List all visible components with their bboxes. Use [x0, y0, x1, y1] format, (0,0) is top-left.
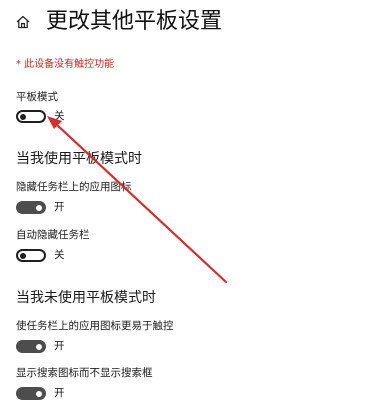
hide-taskbar-icons-label: 隐藏任务栏上的应用图标 [16, 181, 132, 193]
search-icon-instead-state: 开 [54, 387, 65, 399]
touch-friendly-icons-state: 开 [54, 340, 65, 352]
section-heading-tablet-on: 当我使用平板模式时 [16, 151, 142, 167]
search-icon-instead-label: 显示搜索图标而不显示搜索框 [16, 367, 153, 379]
hide-taskbar-icons-toggle[interactable] [16, 201, 46, 214]
tablet-mode-label: 平板模式 [16, 91, 58, 103]
tablet-mode-toggle[interactable] [16, 110, 46, 123]
page-title: 更改其他平板设置 [46, 9, 223, 34]
section-heading-tablet-off: 当我未使用平板模式时 [16, 290, 156, 306]
toggle-knob [20, 252, 26, 259]
home-icon[interactable] [15, 14, 31, 30]
hide-taskbar-icons-state: 开 [54, 201, 65, 213]
no-touch-warning: * 此设备没有触控功能 [16, 59, 115, 70]
auto-hide-taskbar-state: 关 [54, 249, 65, 261]
toggle-knob [20, 113, 26, 120]
touch-friendly-icons-label: 使任务栏上的应用图标更易于触控 [16, 320, 174, 332]
toggle-knob [36, 390, 42, 397]
auto-hide-taskbar-label: 自动隐藏任务栏 [16, 229, 90, 241]
tablet-mode-state: 关 [54, 110, 65, 122]
search-icon-instead-toggle[interactable] [16, 387, 46, 400]
touch-friendly-icons-toggle[interactable] [16, 340, 46, 353]
toggle-knob [36, 343, 42, 350]
auto-hide-taskbar-toggle[interactable] [16, 249, 46, 262]
toggle-knob [36, 204, 42, 211]
